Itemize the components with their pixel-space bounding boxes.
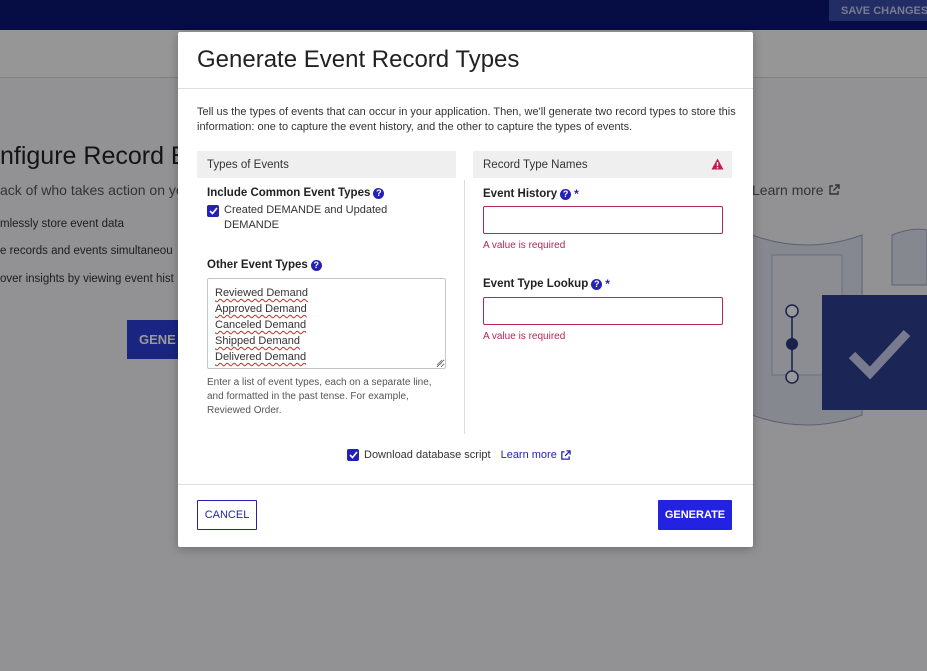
record-type-names-text: Record Type Names	[483, 158, 588, 171]
event-history-label: Event History ? *	[483, 187, 579, 201]
event-type-line: Reviewed Demand	[215, 287, 308, 299]
divider	[178, 88, 753, 89]
event-type-line: Delivered Demand	[215, 351, 307, 363]
generate-event-record-types-dialog: Generate Event Record Types Tell us the …	[178, 32, 753, 547]
event-history-error: A value is required	[483, 240, 566, 251]
resize-handle-icon[interactable]	[436, 359, 443, 366]
download-database-script-label: Download database script	[364, 449, 491, 461]
help-icon[interactable]: ?	[373, 187, 385, 199]
help-icon[interactable]: ?	[310, 259, 322, 271]
other-event-types-text: Other Event Types	[207, 259, 308, 271]
event-type-line: Approved Demand	[215, 303, 307, 315]
help-icon[interactable]: ?	[560, 188, 572, 200]
dialog-description: Tell us the types of events that can occ…	[197, 106, 736, 133]
column-divider	[464, 180, 465, 434]
event-type-line: Canceled Demand	[215, 319, 307, 331]
other-event-types-hint: Enter a list of event types, each on a s…	[207, 377, 432, 416]
other-event-types-textarea[interactable]: Reviewed Demand Approved Demand Canceled…	[207, 278, 446, 369]
event-history-text: Event History	[483, 188, 558, 200]
external-link-icon	[561, 449, 571, 460]
record-type-names-header: Record Type Names	[473, 151, 732, 178]
event-history-input[interactable]	[483, 206, 723, 234]
cancel-button[interactable]: CANCEL	[197, 500, 257, 530]
event-type-lookup-input[interactable]	[483, 297, 723, 325]
checkmark-icon	[208, 207, 218, 215]
checkmark-icon	[348, 451, 358, 459]
help-icon[interactable]: ?	[591, 278, 603, 290]
required-asterisk: *	[574, 187, 579, 201]
common-event-types-checkbox-label: Created DEMANDE and Updated DEMANDE	[224, 204, 388, 231]
generate-button[interactable]: GENERATE	[658, 500, 732, 530]
event-type-lookup-text: Event Type Lookup	[483, 278, 589, 290]
common-event-types-checkbox-row[interactable]: Created DEMANDE and Updated DEMANDE	[207, 204, 407, 233]
dialog-title: Generate Event Record Types	[197, 46, 520, 73]
include-common-event-types-text: Include Common Event Types	[207, 187, 371, 199]
event-type-lookup-label: Event Type Lookup ? *	[483, 277, 610, 291]
download-database-script-row: Download database script Learn more	[347, 449, 571, 461]
event-type-lookup-error: A value is required	[483, 331, 566, 342]
include-common-event-types-label: Include Common Event Types ?	[207, 187, 385, 199]
learn-more-label: Learn more	[500, 449, 557, 461]
required-asterisk: *	[605, 277, 610, 291]
event-type-line: Shipped Demand	[215, 335, 301, 347]
types-of-events-header: Types of Events	[197, 151, 456, 178]
learn-more-link[interactable]: Learn more	[501, 449, 571, 461]
download-database-script-checkbox[interactable]	[347, 449, 359, 461]
warning-icon	[711, 158, 724, 170]
common-event-types-checkbox[interactable]	[207, 205, 219, 217]
other-event-types-label: Other Event Types ?	[207, 259, 322, 271]
divider	[178, 484, 753, 485]
